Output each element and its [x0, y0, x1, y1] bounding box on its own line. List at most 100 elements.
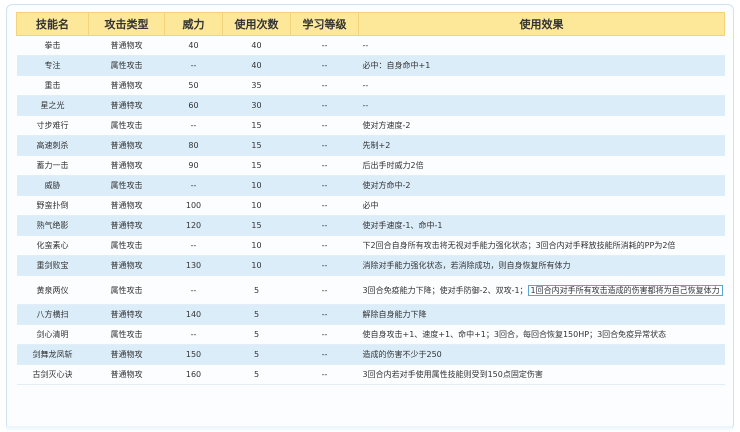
- skill-type: 普通物攻: [88, 135, 165, 156]
- skill-power: 50: [164, 75, 223, 96]
- skill-type: 普通物攻: [88, 35, 165, 56]
- skill-pp: 5: [222, 304, 291, 325]
- skill-type: 普通物攻: [88, 195, 165, 216]
- skill-level: --: [290, 235, 359, 256]
- skill-effect-text: 3回合免疫能力下降；使对手防御-2、双攻-1；: [362, 285, 528, 295]
- skill-effect: 使自身攻击+1、速度+1、命中+1；3回合，每回合恢复150HP；3回合免疫异常…: [358, 324, 725, 345]
- skill-power: 130: [164, 255, 223, 276]
- skill-pp: 35: [222, 75, 291, 96]
- table-row: 黄泉两仪 属性攻击 -- 5 -- 3回合免疫能力下降；使对手防御-2、双攻-1…: [16, 275, 725, 305]
- skill-power: --: [164, 115, 223, 136]
- skill-effect: 消除对手能力强化状态，若消除成功，则自身恢复所有体力: [358, 255, 725, 276]
- skill-pp: 5: [222, 275, 291, 305]
- table-row: 专注 属性攻击 -- 40 -- 必中：自身命中+1: [16, 55, 725, 76]
- skill-power: 140: [164, 304, 223, 325]
- skill-power: 60: [164, 95, 223, 116]
- skill-pp: 10: [222, 175, 291, 196]
- skill-type: 普通物攻: [88, 155, 165, 176]
- skill-level: --: [290, 115, 359, 136]
- table-row: 重击 普通物攻 50 35 -- --: [16, 75, 725, 96]
- skill-level: --: [290, 364, 359, 385]
- skill-level: --: [290, 324, 359, 345]
- skill-level: --: [290, 175, 359, 196]
- skill-pp: 40: [222, 35, 291, 56]
- skill-name: 专注: [16, 55, 89, 76]
- skill-name: 拳击: [16, 35, 89, 56]
- skill-name: 八方横扫: [16, 304, 89, 325]
- skill-effect: 下2回合自身所有攻击将无视对手能力强化状态；3回合内对手释放技能所消耗的PP为2…: [358, 235, 725, 256]
- skill-power: 150: [164, 344, 223, 365]
- skill-power: 90: [164, 155, 223, 176]
- header-name: 技能名: [16, 12, 89, 36]
- table-row: 剑舞龙凤斩 普通物攻 150 5 -- 造成的伤害不少于250: [16, 344, 725, 365]
- skill-effect: 使对方速度-2: [358, 115, 725, 136]
- skill-power: 160: [164, 364, 223, 385]
- skill-type: 属性攻击: [88, 275, 165, 305]
- skill-effect: --: [358, 75, 725, 96]
- skill-name: 野蛮扑倒: [16, 195, 89, 216]
- skill-pp: 15: [222, 155, 291, 176]
- table-row: 八方横扫 普通特攻 140 5 -- 解除自身能力下降: [16, 304, 725, 325]
- table-row: 剑心清明 属性攻击 -- 5 -- 使自身攻击+1、速度+1、命中+1；3回合，…: [16, 324, 725, 345]
- skill-level: --: [290, 155, 359, 176]
- skill-effect: --: [358, 35, 725, 56]
- skill-pp: 5: [222, 364, 291, 385]
- skill-level: --: [290, 304, 359, 325]
- skill-level: --: [290, 75, 359, 96]
- table-row: 威胁 属性攻击 -- 10 -- 使对方命中-2: [16, 175, 725, 196]
- skill-name: 化蛮素心: [16, 235, 89, 256]
- skill-power: --: [164, 175, 223, 196]
- skill-effect: 3回合内若对手使用属性技能则受到150点固定伤害: [358, 364, 725, 385]
- skill-type: 普通特攻: [88, 215, 165, 236]
- skill-name: 星之光: [16, 95, 89, 116]
- skill-type: 普通特攻: [88, 304, 165, 325]
- skill-pp: 15: [222, 135, 291, 156]
- skill-effect: 后出手时威力2倍: [358, 155, 725, 176]
- skill-name: 剑舞龙凤斩: [16, 344, 89, 365]
- skill-type: 属性攻击: [88, 235, 165, 256]
- skill-effect: --: [358, 95, 725, 116]
- skill-pp: 10: [222, 255, 291, 276]
- skill-type: 属性攻击: [88, 324, 165, 345]
- skill-type: 普通特攻: [88, 95, 165, 116]
- skill-name: 古剑灭心诀: [16, 364, 89, 385]
- skill-level: --: [290, 255, 359, 276]
- table-row: 化蛮素心 属性攻击 -- 10 -- 下2回合自身所有攻击将无视对手能力强化状态…: [16, 235, 725, 256]
- header-type: 攻击类型: [88, 12, 165, 36]
- skill-type: 属性攻击: [88, 115, 165, 136]
- header-effect: 使用效果: [358, 12, 725, 36]
- skill-effect: 3回合免疫能力下降；使对手防御-2、双攻-1； 1回合内对手所有攻击造成的伤害都将…: [358, 275, 725, 305]
- skill-level: --: [290, 215, 359, 236]
- skill-level: --: [290, 95, 359, 116]
- skill-pp: 10: [222, 195, 291, 216]
- skill-type: 普通物攻: [88, 255, 165, 276]
- skill-power: 120: [164, 215, 223, 236]
- skill-pp: 5: [222, 324, 291, 345]
- skill-pp: 10: [222, 235, 291, 256]
- skill-name: 剑心清明: [16, 324, 89, 345]
- skill-effect: 使对手速度-1、命中-1: [358, 215, 725, 236]
- header-row: 技能名 攻击类型 威力 使用次数 学习等级 使用效果: [16, 12, 725, 36]
- skill-type: 属性攻击: [88, 55, 165, 76]
- frame-shadow: [6, 426, 732, 432]
- table-row: 拳击 普通物攻 40 40 -- --: [16, 35, 725, 56]
- skill-level: --: [290, 275, 359, 305]
- skill-level: --: [290, 344, 359, 365]
- skill-power: 100: [164, 195, 223, 216]
- table-row: 星之光 普通特攻 60 30 -- --: [16, 95, 725, 116]
- table-row: 重剑败宝 普通物攻 130 10 -- 消除对手能力强化状态，若消除成功，则自身…: [16, 255, 725, 276]
- skill-type: 属性攻击: [88, 175, 165, 196]
- skill-level: --: [290, 55, 359, 76]
- header-pp: 使用次数: [222, 12, 291, 36]
- table-row: 熟气绝影 普通特攻 120 15 -- 使对手速度-1、命中-1: [16, 215, 725, 236]
- skill-effect: 解除自身能力下降: [358, 304, 725, 325]
- skill-type: 普通物攻: [88, 364, 165, 385]
- skill-name: 重击: [16, 75, 89, 96]
- skill-effect: 造成的伤害不少于250: [358, 344, 725, 365]
- skill-pp: 30: [222, 95, 291, 116]
- skill-name: 威胁: [16, 175, 89, 196]
- skill-effect: 使对方命中-2: [358, 175, 725, 196]
- skill-name: 蓄力一击: [16, 155, 89, 176]
- skill-effect: 必中: [358, 195, 725, 216]
- skills-table: 技能名 攻击类型 威力 使用次数 学习等级 使用效果 拳击 普通物攻 40 40…: [16, 12, 725, 385]
